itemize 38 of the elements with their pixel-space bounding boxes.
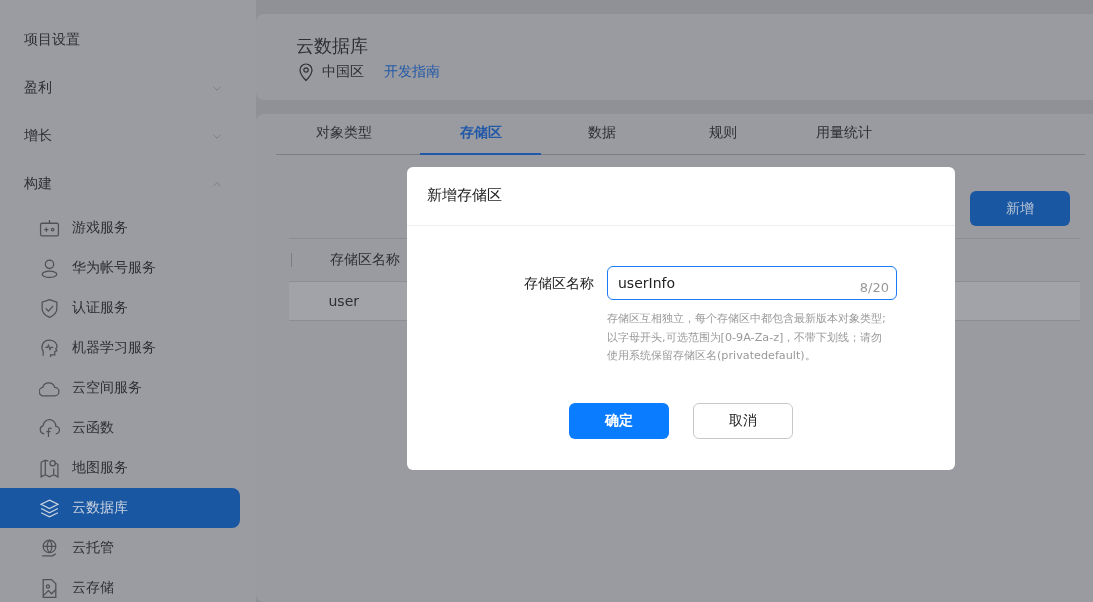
sidebar-item[interactable]: 华为帐号服务	[0, 248, 240, 288]
person-icon	[39, 257, 60, 279]
sidebar-item[interactable]: 云数据库	[0, 488, 240, 528]
guide-link[interactable]: 开发指南	[384, 63, 440, 81]
shield-check-icon	[39, 297, 60, 319]
sidebar-item[interactable]: 盈利	[0, 64, 256, 112]
sidebar-item[interactable]: 认证服务	[0, 288, 240, 328]
region-label: 中国区	[322, 63, 364, 81]
sidebar-item[interactable]: 云空间服务	[0, 368, 240, 408]
add-button[interactable]: 新增	[970, 191, 1070, 226]
sidebar-item[interactable]: 云存储	[0, 568, 240, 602]
sidebar-item[interactable]: 云函数	[0, 408, 240, 448]
tab[interactable]: 用量统计	[783, 114, 904, 155]
gamepad-icon	[39, 217, 60, 239]
sidebar-item[interactable]: 地图服务	[0, 448, 240, 488]
character-counter: 8/20	[859, 280, 889, 295]
tab[interactable]: 对象类型	[292, 114, 420, 155]
cloud-function-icon	[39, 417, 60, 439]
dialog-title: 新增存储区	[427, 186, 502, 204]
tab[interactable]: 规则	[662, 114, 783, 155]
column-header: 存储区名称	[330, 251, 400, 267]
sidebar-item[interactable]: 游戏服务	[0, 208, 240, 248]
sidebar-item[interactable]: 机器学习服务	[0, 328, 240, 368]
field-hint: 存储区互相独立，每个存储区中都包含最新版本对象类型;以字母开头,可选范围为[0-9A-Za-z]，不带下划线；请勿使用系统保留存储区名(privatedefault)。	[607, 311, 887, 364]
tab[interactable]: 数据	[541, 114, 662, 155]
page-title: 云数据库	[296, 34, 369, 58]
map-pin-icon	[39, 457, 60, 479]
table-cell: user	[328, 293, 360, 309]
head-icon	[39, 337, 60, 359]
field-label: 存储区名称	[524, 275, 594, 291]
cancel-button[interactable]: 取消	[693, 403, 793, 439]
location-pin-icon	[296, 62, 316, 82]
confirm-button[interactable]: 确定	[569, 403, 669, 439]
sidebar-item[interactable]: 构建	[0, 160, 256, 208]
sidebar-item[interactable]: 增长	[0, 112, 256, 160]
sidebar-item[interactable]: 项目设置	[0, 16, 256, 64]
sidebar-item[interactable]: 云托管	[0, 528, 240, 568]
layers-icon	[39, 497, 60, 519]
